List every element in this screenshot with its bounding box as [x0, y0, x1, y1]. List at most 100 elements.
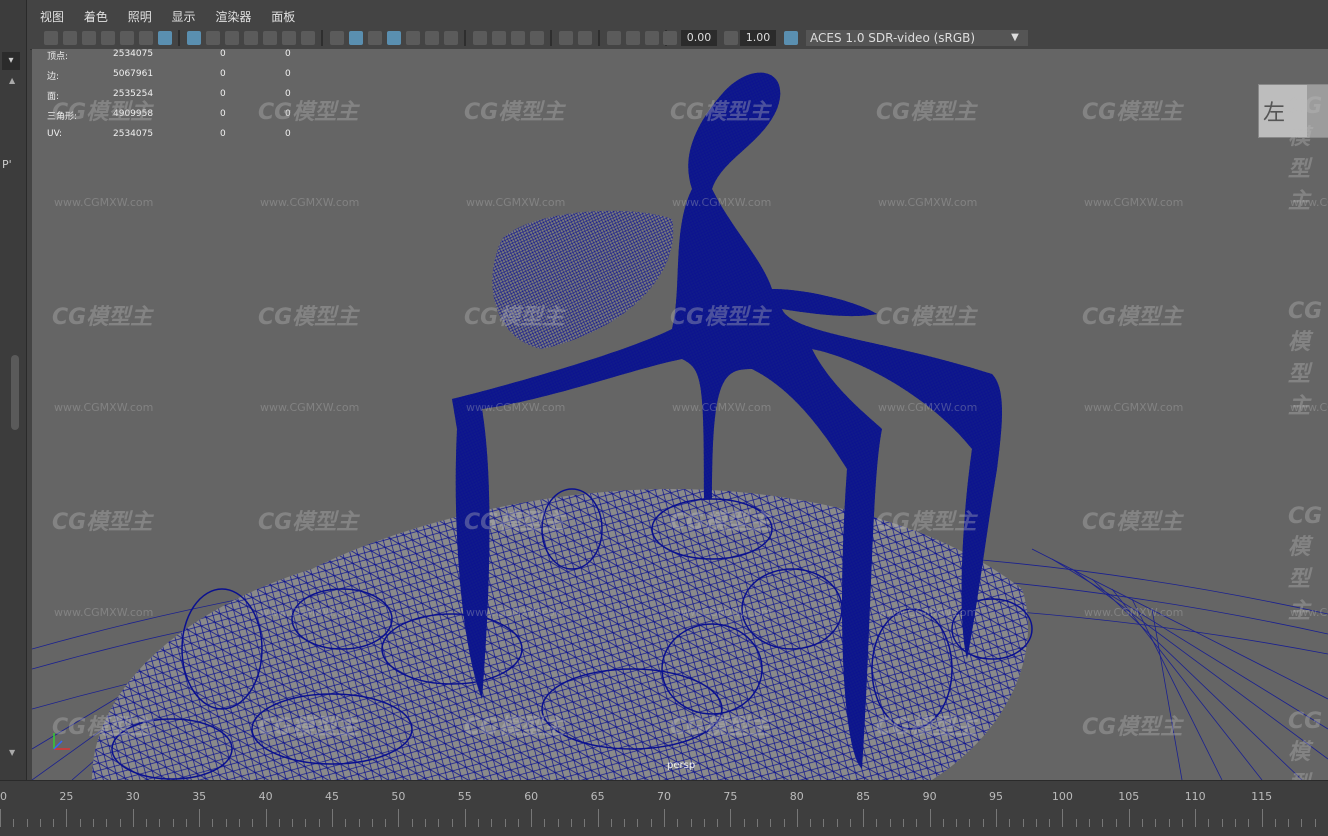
hud-value: 0 [220, 69, 226, 79]
exposure-field[interactable]: 0.00 [681, 30, 717, 46]
time-tick-minor [53, 819, 55, 827]
time-tick-minor [371, 819, 373, 827]
watermark-logo: CG模型主 [52, 100, 153, 125]
time-tick-label: 50 [391, 790, 406, 803]
pivot-icon[interactable] [139, 31, 153, 45]
gamma-icon[interactable] [724, 31, 738, 45]
viewport-menu-bar: 视图 着色 照明 显示 渲染器 面板 [30, 6, 1328, 28]
backface-culling-icon[interactable] [645, 31, 659, 45]
time-tick-minor [26, 819, 28, 827]
time-slider[interactable]: 20 25 30 35 40 45 50 55 60 65 70 75 80 85 90 95 100 105 11… [0, 780, 1328, 836]
time-tick-label: 110 [1184, 790, 1206, 803]
hud-value: 5067961 [113, 69, 154, 79]
watermark-url: www.CGMXW.com [1084, 401, 1184, 414]
depth-of-field-icon[interactable] [530, 31, 544, 45]
time-tick-minor [770, 819, 772, 827]
scroll-up-arrow-icon[interactable]: ▲ [9, 76, 15, 85]
colorspace-dropdown[interactable]: ACES 1.0 SDR-video (sRGB) [806, 30, 1028, 46]
time-tick-major [929, 809, 931, 827]
time-tick-minor [1088, 819, 1090, 827]
panel-scrollbar[interactable] [11, 355, 19, 430]
hud-value: 0 [220, 129, 226, 139]
film-gate-icon[interactable] [206, 31, 220, 45]
exposure-icon[interactable] [663, 31, 677, 45]
watermark-url: www.CGMXW.com [260, 606, 360, 619]
watermark-logo: CG模型主 [876, 510, 977, 535]
grease-pencil-icon[interactable] [158, 31, 172, 45]
wireframe-icon[interactable] [330, 31, 344, 45]
xray-components-icon[interactable] [626, 31, 640, 45]
time-tick-major [996, 809, 997, 827]
time-tick-major [1261, 809, 1263, 827]
hud-value: 0 [285, 69, 291, 79]
watermark-logo: CG模型主 [1288, 709, 1323, 780]
time-tick-minor [942, 819, 944, 827]
watermark-url: www.CGMXW.com [1084, 196, 1184, 209]
time-tick-minor [1115, 819, 1117, 827]
time-tick-minor [1301, 819, 1303, 827]
time-tick-minor [1235, 819, 1237, 827]
isolate-select-icon[interactable] [559, 31, 573, 45]
time-tick-label: 45 [325, 790, 339, 803]
gate-mask-icon[interactable] [244, 31, 258, 45]
menu-show[interactable]: 显示 [172, 6, 196, 28]
smooth-shade-icon[interactable] [349, 31, 363, 45]
time-tick-major [199, 809, 201, 827]
menu-renderer[interactable]: 渲染器 [215, 6, 251, 28]
image-plane-icon[interactable] [120, 31, 134, 45]
time-tick-minor [1288, 819, 1290, 827]
time-tick-minor [424, 819, 426, 827]
motion-blur-icon[interactable] [492, 31, 506, 45]
time-tick-minor [690, 819, 692, 827]
menu-panels[interactable]: 面板 [271, 6, 295, 28]
shadows-icon[interactable] [444, 31, 458, 45]
menu-view[interactable]: 视图 [40, 6, 64, 28]
camera-icon[interactable] [44, 31, 58, 45]
time-tick-label: 100 [1051, 790, 1073, 803]
default-material-icon[interactable] [368, 31, 382, 45]
bookmark-camera-icon[interactable] [82, 31, 96, 45]
grid-icon[interactable] [187, 31, 201, 45]
time-tick-label: 85 [856, 790, 871, 803]
menu-lighting[interactable]: 照明 [128, 6, 152, 28]
chevron-down-icon[interactable]: ▼ [1006, 30, 1024, 46]
watermark-url: www.CGMXW.com [878, 401, 978, 414]
time-tick-major [597, 809, 599, 827]
time-tick-minor [624, 819, 626, 827]
time-tick-minor [756, 819, 758, 827]
bookmark-icon[interactable] [101, 31, 115, 45]
time-tick-major [332, 809, 333, 827]
hud-value: 2534075 [113, 129, 154, 139]
time-tick-minor [1221, 819, 1223, 827]
time-tick-minor [1142, 819, 1144, 827]
watermark-logo: CG模型主 [464, 100, 565, 125]
panel-dropdown-arrow[interactable]: ▾ [2, 52, 20, 70]
watermark-logo: CG模型主 [1082, 715, 1183, 740]
xray-joints-icon[interactable] [607, 31, 621, 45]
field-chart-icon[interactable] [263, 31, 277, 45]
watermark-logo: CG模型主 [876, 305, 977, 330]
camera-name-label: persp [667, 760, 696, 771]
hud-value: 0 [220, 89, 226, 99]
xray-icon[interactable] [578, 31, 592, 45]
resolution-gate-icon[interactable] [225, 31, 239, 45]
scroll-down-arrow-icon[interactable]: ▼ [9, 748, 15, 757]
menu-shading[interactable]: 着色 [84, 6, 108, 28]
watermark-url: www.CGMXW.com [1084, 606, 1184, 619]
viewport-persp[interactable]: 顶点: 2534075 0 0 边: 5067961 0 0 面: 253525… [32, 49, 1328, 780]
safe-title-icon[interactable] [301, 31, 315, 45]
time-tick-major [398, 809, 400, 827]
camera-attributes-icon[interactable] [63, 31, 77, 45]
gamma-field[interactable]: 1.00 [740, 30, 776, 46]
time-tick-label: 115 [1251, 790, 1273, 803]
wireframe-on-shaded-icon[interactable] [387, 31, 401, 45]
textured-icon[interactable] [406, 31, 420, 45]
time-tick-minor [1102, 819, 1104, 827]
lights-icon[interactable] [425, 31, 439, 45]
anti-aliasing-icon[interactable] [511, 31, 525, 45]
time-tick-minor [650, 819, 652, 827]
color-management-icon[interactable] [784, 31, 798, 45]
safe-action-icon[interactable] [282, 31, 296, 45]
ambient-occlusion-icon[interactable] [473, 31, 487, 45]
watermark-url: www.CGMXW.com [466, 606, 566, 619]
